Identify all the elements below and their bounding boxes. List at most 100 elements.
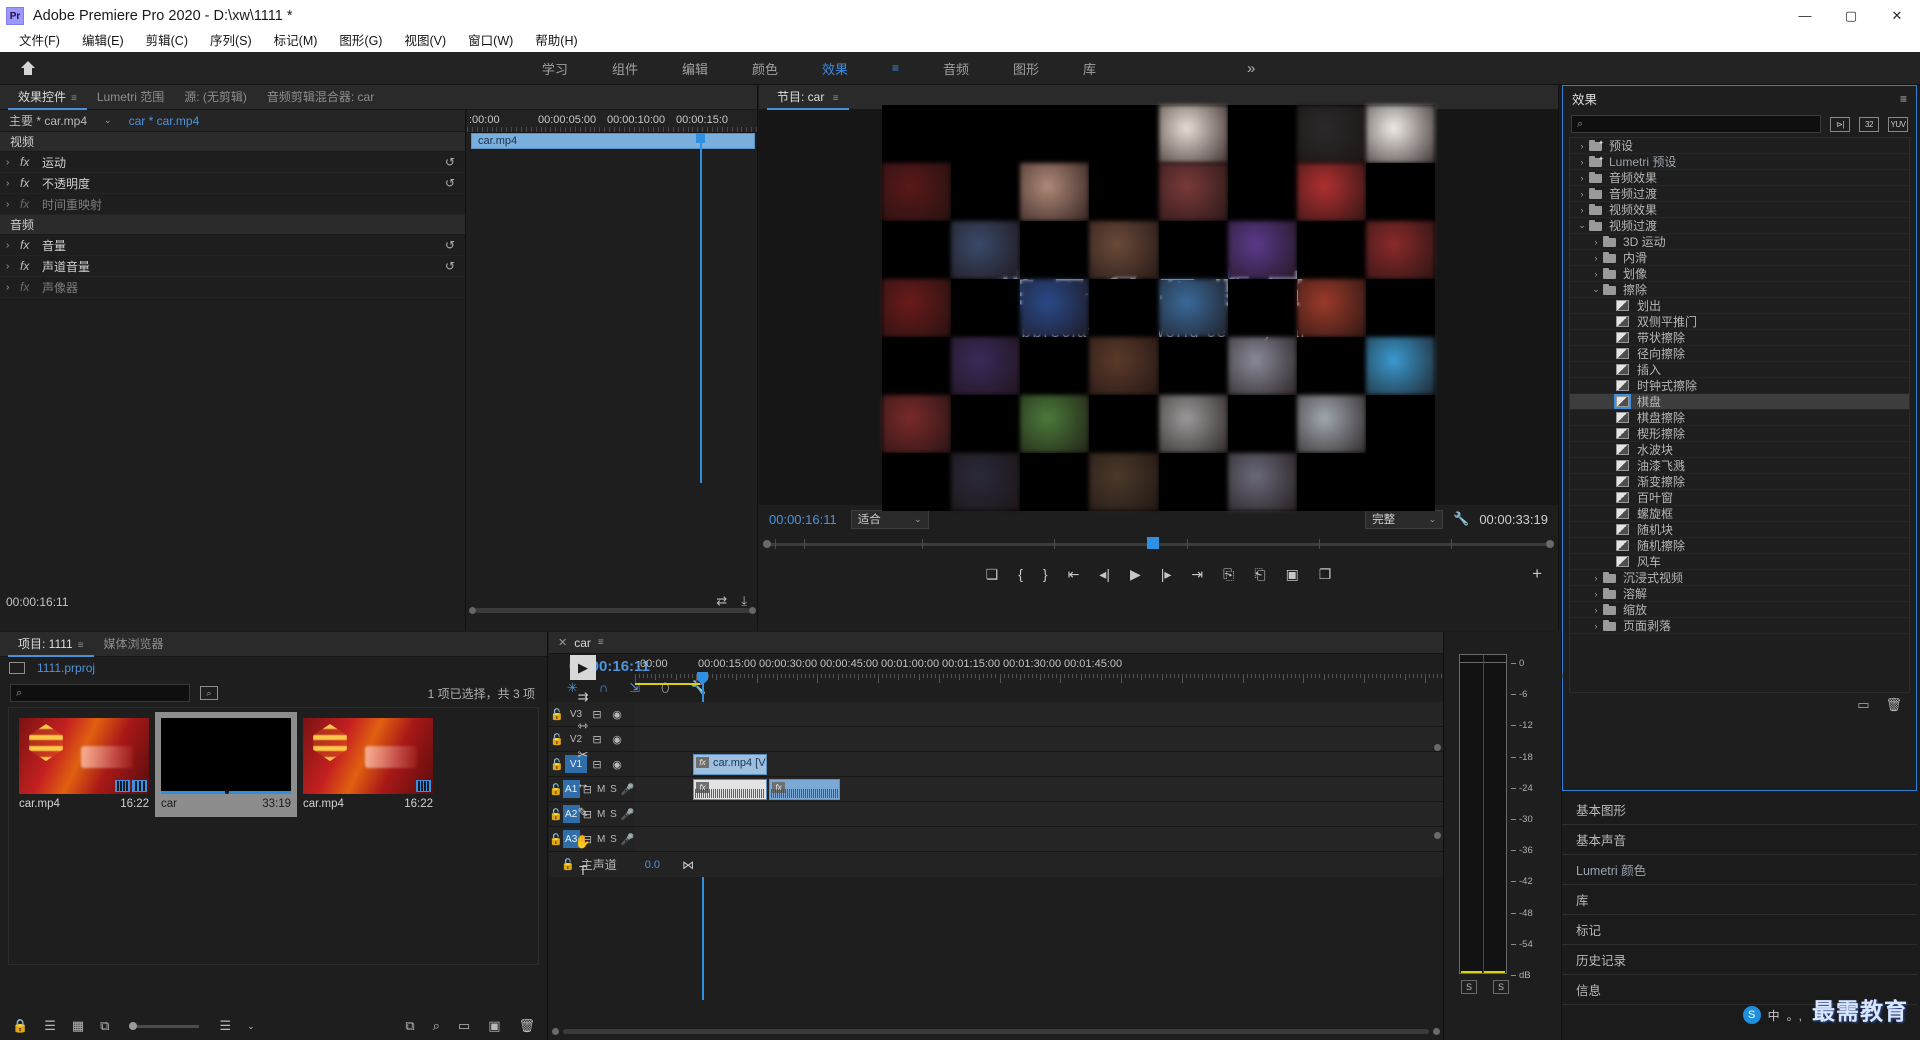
track-visibility-icon[interactable]: ◉ xyxy=(607,708,627,721)
workspace-tab-2[interactable]: 编辑 xyxy=(682,59,708,78)
twirl-icon[interactable]: › xyxy=(1590,605,1602,615)
menu-item-3[interactable]: 序列(S) xyxy=(199,31,263,52)
menu-item-0[interactable]: 文件(F) xyxy=(8,31,71,52)
add-button[interactable]: + xyxy=(1532,564,1542,584)
twirl-icon[interactable]: ⌄ xyxy=(1590,284,1602,295)
audio-meter-solo-0[interactable]: S xyxy=(1461,980,1477,994)
freeform-view-icon[interactable]: ⧉ xyxy=(100,1018,109,1034)
effects-tree-item-6[interactable]: › 3D 运动 xyxy=(1570,234,1909,250)
export-frame-marker-icon[interactable]: ❏ xyxy=(986,566,999,583)
workspace-tab-1[interactable]: 组件 xyxy=(612,59,638,78)
menu-item-6[interactable]: 视图(V) xyxy=(393,31,457,52)
effects-tree-item-7[interactable]: › 内滑 xyxy=(1570,250,1909,266)
ime-punct-label[interactable]: 。, xyxy=(1787,1007,1802,1024)
track-lock-icon[interactable]: 🔓 xyxy=(549,708,565,721)
scroll-cap-top[interactable] xyxy=(1434,744,1441,751)
slip-tool[interactable]: ↔ xyxy=(570,771,596,796)
project-item-2[interactable]: car.mp4 16:22 xyxy=(297,712,439,817)
maximize-icon[interactable]: ▢ xyxy=(1828,0,1874,31)
playback-resolution-select[interactable]: 完整 ⌄ xyxy=(1365,509,1444,529)
timeline-vscrollbar[interactable] xyxy=(1434,702,1441,1014)
automate-to-sequence-icon[interactable]: ⧉ xyxy=(405,1018,414,1034)
effects-tree-item-25[interactable]: 随机擦除 xyxy=(1570,538,1909,554)
twirl-icon[interactable]: › xyxy=(6,157,20,168)
lock-icon[interactable]: 🔒 xyxy=(12,1018,28,1034)
timeline-sequence-name[interactable]: car xyxy=(574,636,591,650)
track-mute-icon[interactable]: M xyxy=(595,834,607,845)
effect-row-1-0[interactable]: › fx 音量 ↺ xyxy=(0,235,465,256)
track-select-forward-tool[interactable]: ⇉ xyxy=(570,684,596,709)
twirl-icon[interactable]: › xyxy=(1576,189,1588,199)
menu-item-2[interactable]: 剪辑(C) xyxy=(135,31,199,52)
timeline-clip-0[interactable]: fx car.mp4 [V xyxy=(693,754,767,775)
tab-effect-controls-1[interactable]: Lumetri 范围 xyxy=(87,85,174,110)
twirl-icon[interactable]: › xyxy=(1590,621,1602,631)
track-lane-A2[interactable] xyxy=(635,802,1443,826)
twirl-icon[interactable]: ⌄ xyxy=(1576,220,1588,231)
extract-icon[interactable]: ⎗ xyxy=(1254,566,1265,583)
twirl-icon[interactable]: › xyxy=(6,178,20,189)
effect-controls-timecode[interactable]: 00:00:16:11 xyxy=(6,595,69,609)
sequence-clip-label[interactable]: car * car.mp4 xyxy=(120,114,209,128)
twirl-icon[interactable]: › xyxy=(1590,589,1602,599)
track-solo-icon[interactable]: S xyxy=(607,784,619,795)
timeline-clip-2[interactable]: fx xyxy=(769,779,840,800)
scroll-cap-left[interactable] xyxy=(469,607,476,614)
effects-tree-item-24[interactable]: 随机块 xyxy=(1570,522,1909,538)
workspace-tab-5[interactable]: 音频 xyxy=(943,59,969,78)
wrench-icon[interactable]: 🔧 xyxy=(1453,511,1469,527)
twirl-icon[interactable]: › xyxy=(1576,205,1588,215)
track-lane-V1[interactable]: fx car.mp4 [V xyxy=(635,752,1443,776)
effect-controls-hscrollbar[interactable] xyxy=(467,606,758,615)
workspace-tab-6[interactable]: 图形 xyxy=(1013,59,1039,78)
track-visibility-icon[interactable]: ◉ xyxy=(607,758,627,771)
project-search-input[interactable] xyxy=(22,687,184,699)
collapsed-panel-0[interactable]: 基本图形 xyxy=(1562,795,1917,825)
menu-item-7[interactable]: 窗口(W) xyxy=(457,31,524,52)
effects-tree[interactable]: › ✦ 预设 › ✦ Lumetri 预设 › 音频效果 › 音频过渡 › 视频效果 ⌄ 视频过渡 › 3D … xyxy=(1569,137,1910,693)
zoom-slider[interactable] xyxy=(129,1021,200,1030)
effect-controls-ruler[interactable]: :00:00 00:00:05:00 00:00:10:00 00:00:15:0 xyxy=(467,110,758,133)
master-pan-icon[interactable]: ⋈ xyxy=(682,858,694,872)
tab-project-0[interactable]: 项目: 1111 ≡ xyxy=(8,632,94,657)
tab-effect-controls-0[interactable]: 效果控件 ≡ xyxy=(8,85,87,110)
track-solo-icon[interactable]: S xyxy=(607,809,619,820)
icon-view-icon[interactable]: ▦ xyxy=(72,1018,84,1034)
close-icon[interactable]: ✕ xyxy=(558,636,567,649)
collapsed-panel-1[interactable]: 基本声音 xyxy=(1562,825,1917,855)
effects-search-box[interactable]: ⌕ xyxy=(1571,115,1821,133)
effects-tree-item-29[interactable]: › 缩放 xyxy=(1570,602,1909,618)
twirl-icon[interactable]: › xyxy=(1590,237,1602,247)
twirl-icon[interactable]: › xyxy=(6,282,20,293)
export-frame-icon[interactable]: ▣ xyxy=(1286,566,1299,583)
effects-tree-item-16[interactable]: 棋盘 xyxy=(1570,394,1909,410)
comparison-view-icon[interactable]: ❐ xyxy=(1319,566,1332,583)
timeline-clip-1[interactable]: fx xyxy=(693,779,767,800)
track-solo-icon[interactable]: S xyxy=(607,834,619,845)
reset-parameter-icon[interactable]: ↺ xyxy=(445,176,455,190)
effect-row-0-1[interactable]: › fx 不透明度 ↺ xyxy=(0,173,465,194)
effects-tree-item-18[interactable]: 楔形擦除 xyxy=(1570,426,1909,442)
workspace-tab-3[interactable]: 颜色 xyxy=(752,59,778,78)
effects-tree-item-9[interactable]: ⌄ 擦除 xyxy=(1570,282,1909,298)
menu-item-4[interactable]: 标记(M) xyxy=(263,31,329,52)
program-monitor-scrub-bar[interactable] xyxy=(759,533,1558,555)
effects-tree-item-5[interactable]: ⌄ 视频过渡 xyxy=(1570,218,1909,234)
twirl-icon[interactable]: › xyxy=(1590,253,1602,263)
master-track-value[interactable]: 0.0 xyxy=(645,859,660,871)
effects-tree-item-14[interactable]: 插入 xyxy=(1570,362,1909,378)
effects-tree-item-23[interactable]: 螺旋框 xyxy=(1570,506,1909,522)
selection-tool[interactable]: ▶ xyxy=(570,655,596,680)
minimize-icon[interactable]: — xyxy=(1782,0,1828,31)
track-lock-icon[interactable]: 🔓 xyxy=(549,733,565,746)
snap-icon[interactable]: ∩ xyxy=(599,680,608,696)
track-mute-icon[interactable]: M xyxy=(595,784,607,795)
workspace-active-menu-icon[interactable]: ≡ xyxy=(892,61,899,75)
panel-menu-icon[interactable]: ≡ xyxy=(833,93,839,104)
panel-menu-icon[interactable]: ≡ xyxy=(71,93,77,104)
effects-tree-item-22[interactable]: 百叶窗 xyxy=(1570,490,1909,506)
master-clip-label[interactable]: 主要 * car.mp4 xyxy=(0,112,96,129)
twirl-icon[interactable]: › xyxy=(1576,141,1588,151)
track-mute-icon[interactable]: M xyxy=(595,809,607,820)
twirl-icon[interactable]: › xyxy=(1576,157,1588,167)
